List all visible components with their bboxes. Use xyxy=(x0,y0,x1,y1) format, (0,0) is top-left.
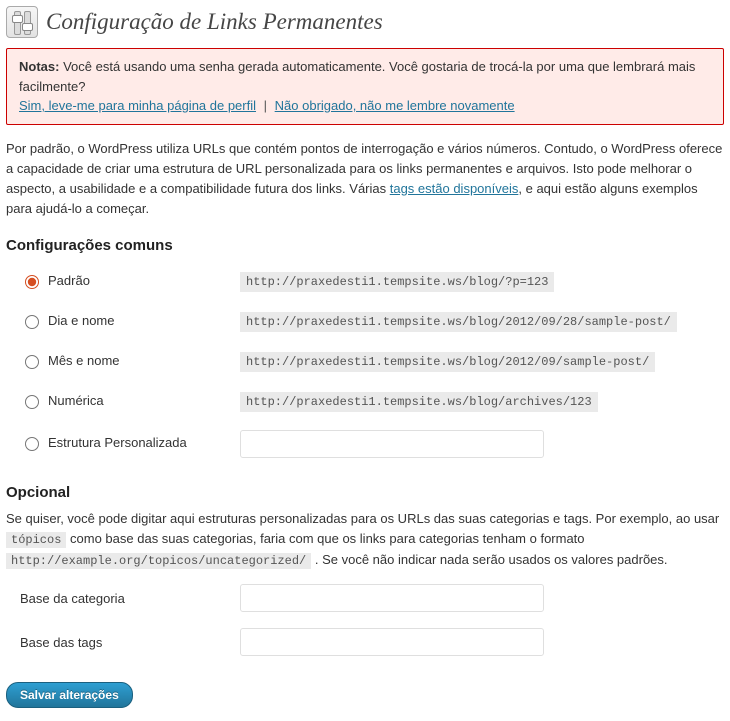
page-title-text: Configuração de Links Permanentes xyxy=(46,9,383,35)
category-base-label: Base da categoria xyxy=(6,576,230,620)
opt-text-1: Se quiser, você pode digitar aqui estrut… xyxy=(6,511,719,526)
password-nag-notice: Notas: Você está usando uma senha gerada… xyxy=(6,48,724,125)
permalink-radio-label-numeric[interactable]: Numérica xyxy=(20,392,104,409)
optional-description: Se quiser, você pode digitar aqui estrut… xyxy=(6,509,724,570)
settings-icon xyxy=(6,6,38,38)
permalink-option-row: Dia e nome http://praxedesti1.tempsite.ws… xyxy=(6,302,724,342)
permalink-radio-label-dayname[interactable]: Dia e nome xyxy=(20,312,114,329)
permalink-example-monthname: http://praxedesti1.tempsite.ws/blog/2012… xyxy=(240,352,655,372)
opt-code-topics: tópicos xyxy=(6,532,66,548)
permalink-option-cell-example xyxy=(230,422,724,466)
permalink-option-label-text: Dia e nome xyxy=(48,313,114,328)
permalink-option-label-text: Numérica xyxy=(48,393,104,408)
page-title: Configuração de Links Permanentes xyxy=(6,6,724,38)
permalink-option-label-text: Mês e nome xyxy=(48,353,120,368)
section-optional-heading: Opcional xyxy=(6,484,724,501)
notice-link-profile[interactable]: Sim, leve-me para minha página de perfil xyxy=(19,98,256,113)
opt-text-3: . Se você não indicar nada serão usados … xyxy=(311,552,667,567)
permalink-option-row: Numérica http://praxedesti1.tempsite.ws/b… xyxy=(6,382,724,422)
optional-fields-table: Base da categoria Base das tags xyxy=(6,576,724,664)
permalink-option-row: Padrão http://praxedesti1.tempsite.ws/blo… xyxy=(6,262,724,302)
permalink-option-row: Mês e nome http://praxedesti1.tempsite.ws… xyxy=(6,342,724,382)
notice-message: Você está usando uma senha gerada automa… xyxy=(19,59,695,94)
save-button[interactable]: Salvar alterações xyxy=(6,682,133,708)
permalink-example-dayname: http://praxedesti1.tempsite.ws/blog/2012… xyxy=(240,312,677,332)
permalink-option-cell-label: Estrutura Personalizada xyxy=(6,422,230,466)
opt-code-example-url: http://example.org/topicos/uncategorized… xyxy=(6,553,311,569)
section-common-heading: Configurações comuns xyxy=(6,237,724,254)
permalink-option-row: Estrutura Personalizada xyxy=(6,422,724,466)
tag-base-label: Base das tags xyxy=(6,620,230,664)
permalink-radio-label-default[interactable]: Padrão xyxy=(20,272,90,289)
permalink-option-cell-label: Dia e nome xyxy=(6,302,230,342)
permalink-option-label-text: Padrão xyxy=(48,273,90,288)
custom-structure-input[interactable] xyxy=(240,430,544,458)
notice-link-dismiss[interactable]: Não obrigado, não me lembre novamente xyxy=(275,98,515,113)
permalink-example-default: http://praxedesti1.tempsite.ws/blog/?p=1… xyxy=(240,272,554,292)
permalink-radio-dayname[interactable] xyxy=(25,315,39,329)
permalink-option-cell-label: Padrão xyxy=(6,262,230,302)
permalink-option-cell-label: Numérica xyxy=(6,382,230,422)
permalink-radio-default[interactable] xyxy=(25,275,39,289)
notice-separator: | xyxy=(260,98,271,113)
permalink-radio-numeric[interactable] xyxy=(25,395,39,409)
opt-text-2: como base das suas categorias, faria com… xyxy=(66,531,584,546)
notice-label: Notas: xyxy=(19,59,59,74)
intro-paragraph: Por padrão, o WordPress utiliza URLs que… xyxy=(6,139,724,220)
permalink-options-table: Padrão http://praxedesti1.tempsite.ws/blo… xyxy=(6,262,724,466)
permalink-radio-monthname[interactable] xyxy=(25,355,39,369)
tags-available-link[interactable]: tags estão disponíveis xyxy=(390,181,519,196)
permalink-option-cell-example: http://praxedesti1.tempsite.ws/blog/arch… xyxy=(230,382,724,422)
permalink-radio-label-monthname[interactable]: Mês e nome xyxy=(20,352,120,369)
permalink-option-cell-label: Mês e nome xyxy=(6,342,230,382)
permalink-radio-label-custom[interactable]: Estrutura Personalizada xyxy=(20,434,187,451)
permalink-radio-custom[interactable] xyxy=(25,437,39,451)
permalink-option-cell-example: http://praxedesti1.tempsite.ws/blog/2012… xyxy=(230,342,724,382)
permalink-option-label-text: Estrutura Personalizada xyxy=(48,435,187,450)
category-base-input[interactable] xyxy=(240,584,544,612)
tag-base-input[interactable] xyxy=(240,628,544,656)
permalink-example-numeric: http://praxedesti1.tempsite.ws/blog/arch… xyxy=(240,392,598,412)
permalink-option-cell-example: http://praxedesti1.tempsite.ws/blog/?p=1… xyxy=(230,262,724,302)
permalink-option-cell-example: http://praxedesti1.tempsite.ws/blog/2012… xyxy=(230,302,724,342)
